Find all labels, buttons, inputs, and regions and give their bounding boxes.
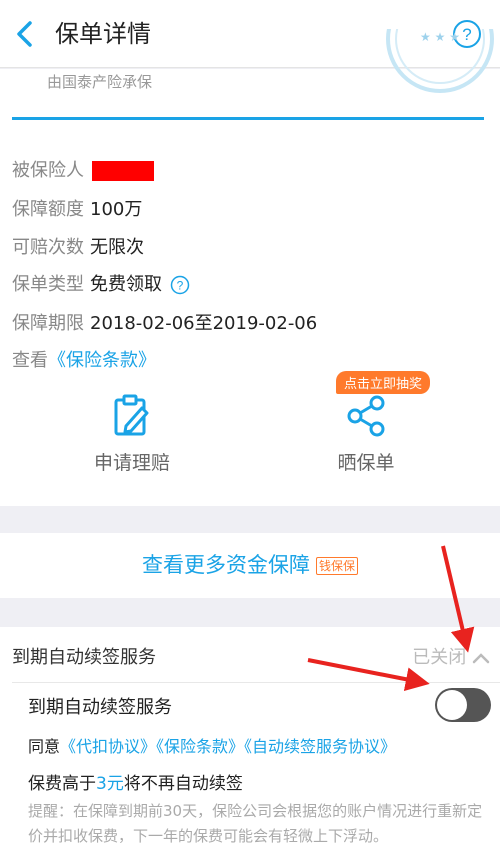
share-icon (347, 395, 385, 437)
chevron-up-icon (472, 653, 490, 664)
coverage-row: 保障额度 100万 (12, 199, 143, 220)
auto-renew-heading: 到期自动续签服务 (12, 647, 156, 668)
redacted-name (92, 161, 154, 181)
svg-text:★ ★ ★: ★ ★ ★ (420, 30, 460, 44)
terms-link[interactable]: 《保险条款》 (48, 350, 156, 371)
auto-renew-switch-label: 到期自动续签服务 (28, 697, 172, 718)
svg-text:?: ? (176, 279, 183, 293)
share-policy-button[interactable]: 晒保单 (286, 394, 446, 475)
insurance-terms-link[interactable]: 《保险条款》 (156, 737, 244, 756)
policy-type-row: 保单类型 免费领取 ? (12, 272, 190, 298)
seal-stamp: ★ ★ ★ (386, 29, 494, 93)
header-divider (12, 117, 484, 120)
insurer-text: 由国泰产险承保 (47, 73, 153, 91)
debit-agreement-link[interactable]: 《代扣协议》 (60, 737, 156, 756)
apply-claim-button[interactable]: 申请理赔 (52, 394, 212, 475)
agreement-line: 同意《代扣协议》《保险条款》《自动续签服务协议》 (28, 737, 397, 756)
premium-limit-text: 保费高于3元将不再自动续签 (28, 774, 243, 794)
insured-row: 被保险人 (12, 158, 154, 184)
lottery-badge[interactable]: 点击立即抽奖 (336, 371, 431, 394)
back-arrow-icon[interactable] (10, 16, 40, 52)
auto-renew-toggle[interactable] (435, 688, 491, 722)
question-icon[interactable]: ? (170, 275, 190, 295)
toggle-knob (437, 690, 467, 720)
claim-form-icon (114, 394, 149, 436)
policy-card: 由国泰产险承保 ★ ★ ★ 被保险人 保障额度 100万 可赔次数 无限次 保单类型… (0, 29, 500, 506)
apply-claim-label: 申请理赔 (93, 452, 170, 474)
renewal-notice: 提醒：在保障到期前30天，保险公司会根据您的账户情况进行重新定价并扣收保费，下一… (28, 802, 483, 845)
page-title: 保单详情 (55, 20, 151, 48)
share-policy-label: 晒保单 (337, 452, 395, 474)
term-row: 保障期限 2018-02-06至2019-02-06 (12, 313, 318, 334)
section-divider (12, 682, 500, 683)
claims-count-row: 可赔次数 无限次 (12, 237, 144, 258)
terms-row: 查看《保险条款》 (12, 350, 156, 371)
auto-renew-agreement-link[interactable]: 《自动续签服务协议》 (244, 737, 396, 756)
auto-renew-status[interactable]: 已关闭 (412, 643, 490, 669)
more-protection-button[interactable]: 查看更多资金保障 钱保保 (0, 533, 500, 598)
qianbaobao-tag: 钱保保 (315, 557, 358, 575)
more-protection-label: 查看更多资金保障 (141, 553, 310, 577)
auto-renew-section: 到期自动续签服务 已关闭 到期自动续签服务 同意《代扣协议》《保险条款》《自动续… (0, 627, 500, 855)
